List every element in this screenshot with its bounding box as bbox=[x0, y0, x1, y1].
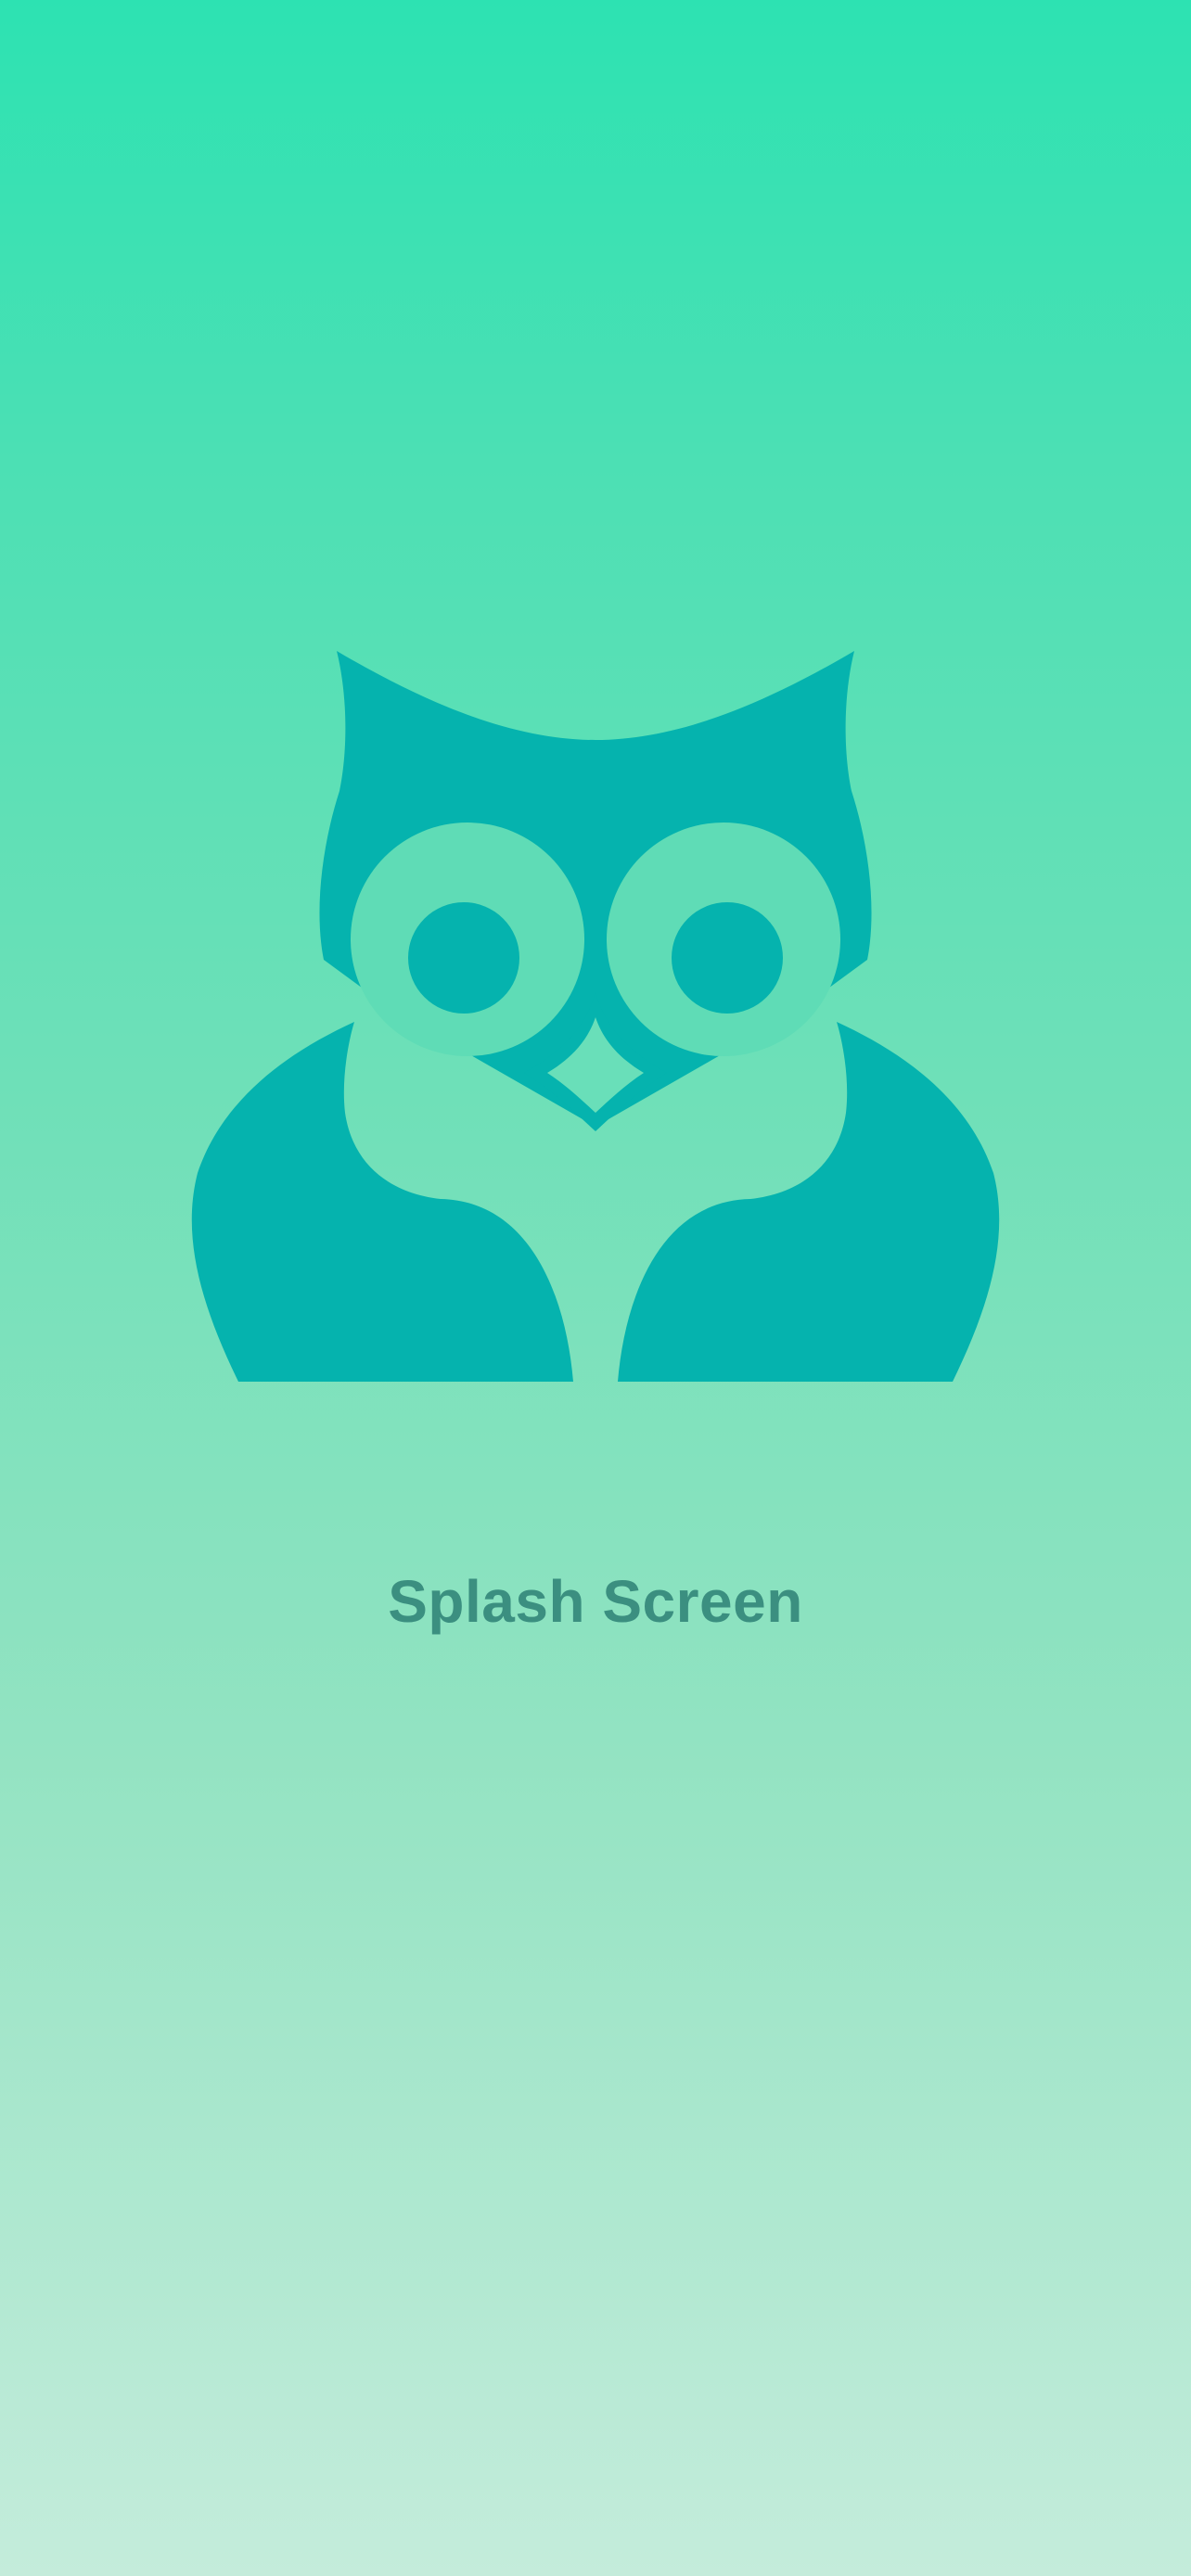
owl-icon bbox=[186, 644, 1005, 1386]
splash-title: Splash Screen bbox=[388, 1568, 803, 1635]
splash-screen: Splash Screen bbox=[0, 0, 1191, 2576]
